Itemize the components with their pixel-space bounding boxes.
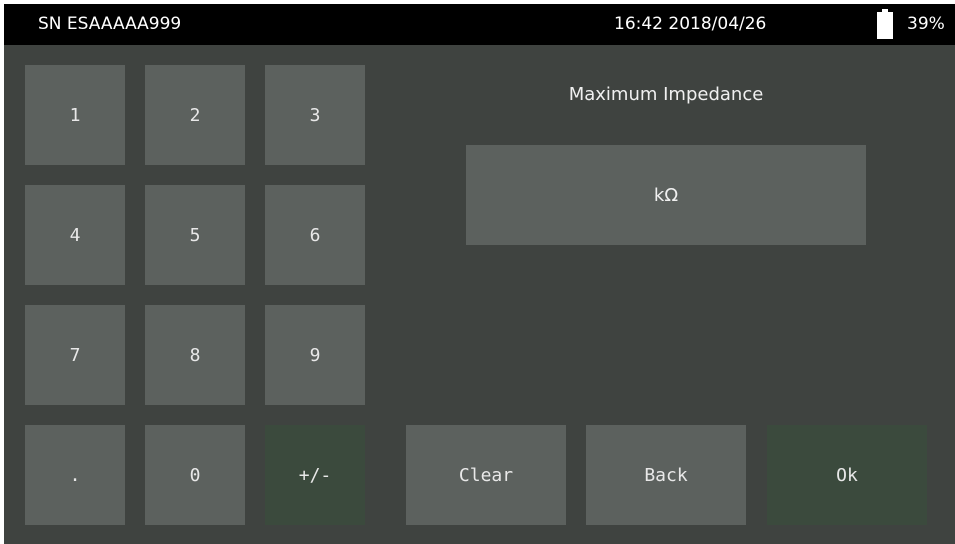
key-3[interactable]: 3 (265, 65, 365, 165)
value-display[interactable]: kΩ (466, 145, 866, 245)
key-decimal[interactable]: . (25, 425, 125, 525)
key-0[interactable]: 0 (145, 425, 245, 525)
key-8[interactable]: 8 (145, 305, 245, 405)
status-bar: SN ESAAAAA999 16:42 2018/04/26 39% (4, 4, 955, 45)
key-1[interactable]: 1 (25, 65, 125, 165)
unit-label: kΩ (653, 185, 679, 206)
date-time: 16:42 2018/04/26 (614, 14, 767, 34)
device-screen: SN ESAAAAA999 16:42 2018/04/26 39% 1 2 3… (4, 4, 955, 544)
back-button[interactable]: Back (586, 425, 746, 525)
key-5[interactable]: 5 (145, 185, 245, 285)
battery-percent: 39% (907, 14, 945, 34)
clear-button[interactable]: Clear (406, 425, 566, 525)
key-6[interactable]: 6 (265, 185, 365, 285)
key-plus-minus[interactable]: +/- (265, 425, 365, 525)
serial-number: SN ESAAAAA999 (38, 14, 182, 34)
key-2[interactable]: 2 (145, 65, 245, 165)
key-4[interactable]: 4 (25, 185, 125, 285)
parameter-title: Maximum Impedance (568, 84, 764, 105)
ok-button[interactable]: Ok (767, 425, 927, 525)
battery-icon (877, 9, 893, 39)
key-7[interactable]: 7 (25, 305, 125, 405)
key-9[interactable]: 9 (265, 305, 365, 405)
